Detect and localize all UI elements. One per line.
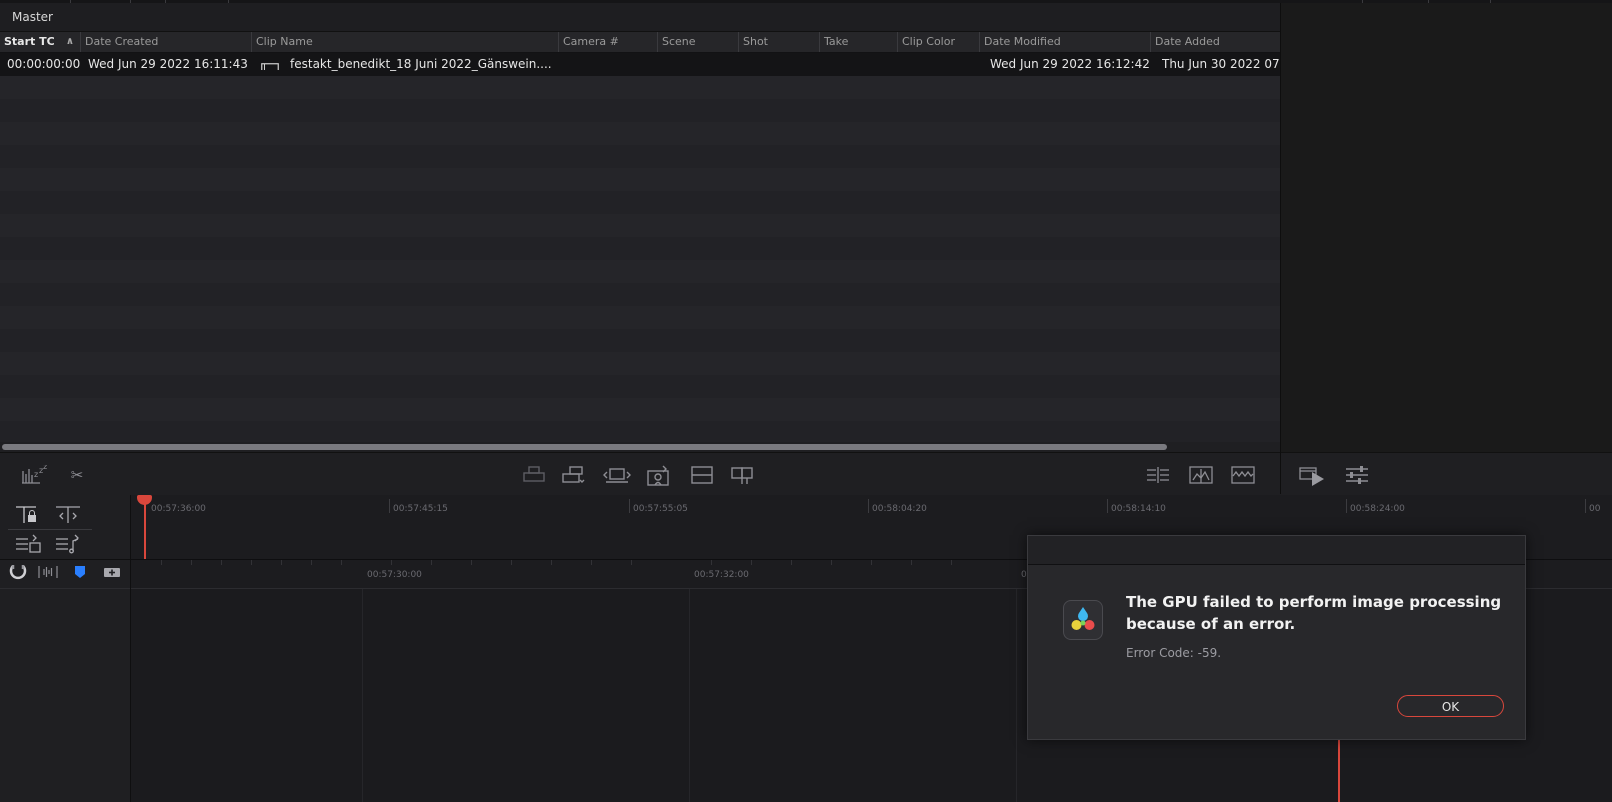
audio-scrub-icon[interactable] <box>34 562 62 584</box>
ok-button[interactable]: OK <box>1397 695 1504 717</box>
playback-icon[interactable] <box>1298 465 1328 486</box>
ruler-timecode: 00:58:04:20 <box>872 504 927 514</box>
sort-ascending-icon: ∧ <box>65 36 74 47</box>
replace-clip-icon[interactable] <box>602 465 631 485</box>
insert-clip-icon[interactable] <box>521 465 547 485</box>
davinci-resolve-logo-icon <box>1063 600 1103 640</box>
clip-date-created: Wed Jun 29 2022 16:11:43 <box>88 57 248 71</box>
column-date-added[interactable]: Date Added <box>1151 32 1280 52</box>
clip-date-added: Thu Jun 30 2022 07:4 <box>1162 57 1280 71</box>
flag-icon[interactable] <box>66 562 94 584</box>
ruler-timecode: 00:58:14:10 <box>1111 504 1166 514</box>
full-extent-zoom-icon[interactable] <box>1145 465 1171 485</box>
playhead-lower <box>1338 735 1340 802</box>
clip-date-modified: Wed Jun 29 2022 16:12:42 <box>990 57 1150 71</box>
error-code: Error Code: -59. <box>1126 646 1222 660</box>
clip-row[interactable]: 00:00:00:00 Wed Jun 29 2022 16:11:43 fes… <box>0 53 1280 76</box>
column-date-modified[interactable]: Date Modified <box>980 32 1151 52</box>
clip-start-tc: 00:00:00:00 <box>7 57 81 71</box>
place-on-top-icon[interactable] <box>645 465 671 486</box>
append-at-end-icon[interactable] <box>689 465 715 485</box>
ruler-timecode: 00:57:45:15 <box>393 504 448 514</box>
ripple-overwrite-icon[interactable] <box>729 465 755 485</box>
overwrite-clip-icon[interactable] <box>561 465 587 485</box>
clip-list-background <box>0 53 1280 443</box>
svg-text:z: z <box>34 470 38 479</box>
ruler-timecode: 0 <box>1021 570 1027 580</box>
scissors-icon[interactable]: ✂ <box>64 465 90 485</box>
lock-track-icon[interactable] <box>14 503 42 525</box>
edit-toolbar: zzz ✂ <box>0 452 1612 496</box>
bin-name[interactable]: Master <box>12 10 53 24</box>
media-pool-panel: Master Start TC ∧ Date Created Clip Name… <box>0 0 1280 452</box>
toolbar-divider <box>1280 452 1281 494</box>
column-camera[interactable]: Camera # <box>559 32 658 52</box>
ruler-timecode: 00:57:36:00 <box>151 504 206 514</box>
snapping-icon[interactable] <box>4 562 32 584</box>
add-marker-icon[interactable] <box>98 562 126 584</box>
viewer-top-edge <box>1280 0 1612 3</box>
scrollbar-thumb[interactable] <box>2 444 1167 450</box>
divider <box>0 588 130 589</box>
column-date-created[interactable]: Date Created <box>81 32 252 52</box>
timeline-options-icon[interactable] <box>1342 465 1372 485</box>
column-take[interactable]: Take <box>820 32 898 52</box>
ruler-timecode: 00:57:30:00 <box>367 570 422 580</box>
column-clip-name[interactable]: Clip Name <box>252 32 559 52</box>
detail-zoom-icon[interactable] <box>1188 465 1214 485</box>
column-shot[interactable]: Shot <box>739 32 820 52</box>
dialog-titlebar[interactable] <box>1028 536 1525 565</box>
audio-waveform-zoom-icon[interactable]: zzz <box>20 462 47 485</box>
svg-text:z: z <box>43 465 47 471</box>
timeline-header-panel <box>0 495 131 802</box>
custom-zoom-icon[interactable] <box>1230 465 1256 485</box>
ruler-timecode: 00:58:24:00 <box>1350 504 1405 514</box>
column-header-row: Start TC ∧ Date Created Clip Name Camera… <box>0 32 1280 53</box>
video-clip-icon <box>261 59 279 70</box>
bin-header: Master <box>0 3 1280 32</box>
clip-name: festakt_benedikt_18 Juni 2022_Gänswein..… <box>290 57 552 71</box>
divider <box>8 529 92 530</box>
video-track-icon[interactable] <box>14 533 42 555</box>
ruler-timecode: 00 <box>1589 504 1601 514</box>
audio-track-icon[interactable] <box>54 533 82 555</box>
horizontal-scrollbar[interactable] <box>0 442 1280 452</box>
divider <box>0 559 130 560</box>
column-scene[interactable]: Scene <box>658 32 739 52</box>
trim-edit-icon[interactable] <box>54 503 82 525</box>
viewer-panel <box>1280 0 1612 452</box>
ruler-timecode: 00:57:32:00 <box>694 570 749 580</box>
ruler-timecode: 00:57:55:05 <box>633 504 688 514</box>
column-start-tc[interactable]: Start TC ∧ <box>0 32 81 52</box>
error-message: The GPU failed to perform image processi… <box>1126 593 1502 633</box>
error-dialog: The GPU failed to perform image processi… <box>1027 535 1526 740</box>
column-clip-color[interactable]: Clip Color <box>898 32 980 52</box>
